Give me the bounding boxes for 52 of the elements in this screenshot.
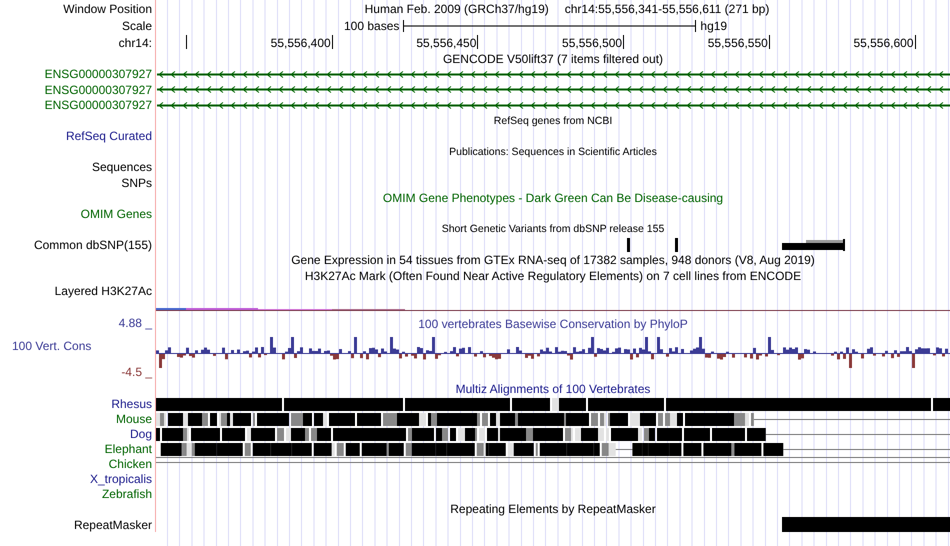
row-label: Scale — [122, 20, 152, 32]
tick-mark — [623, 35, 624, 49]
tick-label: 55,556,400 — [270, 37, 331, 49]
tick-label: 55,556,450 — [416, 37, 476, 49]
track-label[interactable]: Elephant — [104, 443, 152, 455]
track-label[interactable]: Zebrafish — [102, 488, 152, 500]
track-label[interactable]: 100 Vert. Cons — [0, 340, 152, 352]
track-label[interactable]: ENSG00000307927 — [44, 84, 152, 96]
tick-label: 55,556,500 — [562, 37, 622, 49]
track-title: GENCODE V50lift37 (7 items filtered out) — [442, 52, 664, 65]
position-text: chr14:55,556,341-55,556,611 (271 bp) — [564, 2, 770, 14]
track-title: 100 vertebrates Basewise Conservation by PhyloP — [418, 318, 688, 330]
track-title: OMIM Gene Phenotypes - Dark Green Can Be Disease-causing — [382, 192, 724, 204]
track-label[interactable]: Dog — [130, 428, 152, 440]
scale-length: 100 bases — [344, 20, 400, 32]
track-title: H3K27Ac Mark (Often Found Near Active Regulatory Elements) on 7 cell lines from ENCODE — [304, 270, 802, 282]
tick-mark — [332, 35, 333, 49]
gene-feature[interactable] — [157, 102, 950, 108]
track-title: Short Genetic Variants from dbSNP release 155 — [442, 224, 664, 234]
tick-mark — [477, 35, 478, 49]
track-label[interactable]: RefSeq Curated — [66, 130, 152, 142]
tick-label: 55,556,600 — [853, 37, 914, 49]
snp-mark[interactable] — [782, 239, 845, 251]
row-label: Window Position — [63, 2, 152, 14]
track-title: Multiz Alignments of 100 Vertebrates — [456, 382, 650, 395]
track-label[interactable]: X_tropicalis — [90, 473, 152, 485]
track-label[interactable]: Mouse — [116, 413, 152, 425]
track-title: Repeating Elements by RepeatMasker — [450, 503, 656, 516]
track-label[interactable]: Layered H3K27Ac — [54, 285, 152, 298]
track-title: Gene Expression in 54 tissues from GTEx RNA-seq of 17382 samples, 948 donors (V8, Aug 2019) — [291, 254, 815, 266]
row-label: chr14: — [118, 36, 152, 48]
track-label[interactable]: ENSG00000307927 — [44, 99, 152, 112]
tick-mark — [186, 35, 187, 49]
track-label[interactable]: Sequences — [92, 161, 152, 174]
gene-feature[interactable] — [157, 70, 950, 78]
track-label[interactable]: Chicken — [108, 458, 152, 470]
tick-mark — [768, 35, 770, 49]
axis-min-label: -4.5 _ — [120, 366, 152, 378]
track-title: RefSeq genes from NCBI — [494, 116, 612, 126]
track-label[interactable]: Rhesus — [111, 398, 152, 410]
track-label[interactable]: ENSG00000307927 — [44, 68, 152, 80]
axis-max-label: 4.88 _ — [118, 317, 152, 329]
track-title: Publications: Sequences in Scientific Articles — [449, 146, 657, 157]
track-label[interactable]: Common dbSNP(155) — [34, 238, 152, 251]
gene-feature[interactable] — [157, 86, 950, 93]
tick-mark — [914, 35, 916, 49]
tick-label: 55,556,550 — [708, 37, 768, 49]
track-label[interactable]: SNPs — [121, 176, 152, 189]
track-label[interactable]: OMIM Genes — [80, 208, 152, 220]
assembly-name: hg19 — [700, 20, 728, 32]
track-label[interactable]: RepeatMasker — [74, 518, 152, 530]
assembly-title: Human Feb. 2009 (GRCh37/hg19) — [364, 2, 549, 14]
